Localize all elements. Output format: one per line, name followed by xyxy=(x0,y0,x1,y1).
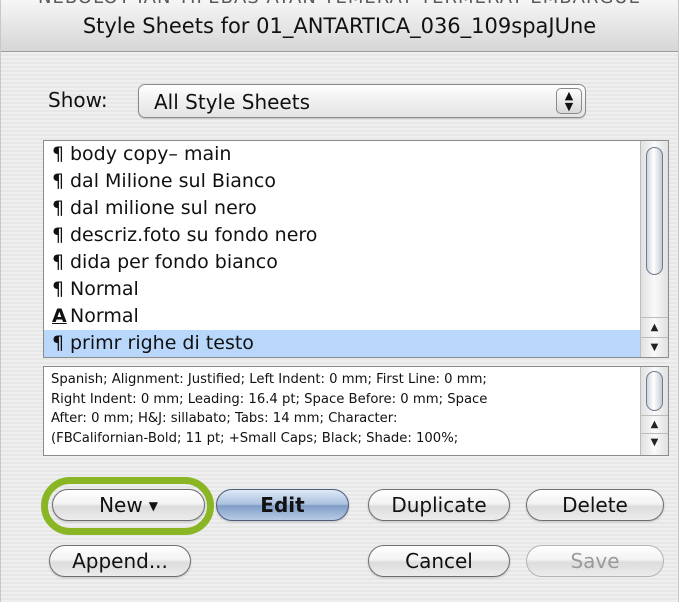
style-sheets-dialog: NEBOLOT IAN TIPEBAS ATAN TEMERAT TERMERA… xyxy=(0,0,679,602)
duplicate-button[interactable]: Duplicate xyxy=(368,489,510,521)
style-sheet-name: dida per fondo bianco xyxy=(70,251,278,273)
style-description: Spanish; Alignment: Justified; Left Inde… xyxy=(51,372,488,446)
style-sheet-name: dal milione sul nero xyxy=(70,197,257,219)
paragraph-style-icon: ¶ xyxy=(52,143,65,165)
background-window-title: NEBOLOT IAN TIPEBAS ATAN TEMERAT TERMERA… xyxy=(1,0,678,8)
style-sheet-row[interactable]: ¶ descriz.foto su fondo nero xyxy=(44,222,640,249)
edit-button[interactable]: Edit xyxy=(216,489,349,521)
paragraph-style-icon: ¶ xyxy=(52,224,65,246)
style-sheet-name: primr righe di testo xyxy=(70,332,254,354)
style-sheet-row[interactable]: ¶ Normal xyxy=(44,276,640,303)
list-scroll-thumb[interactable] xyxy=(646,147,663,275)
paragraph-style-icon: ¶ xyxy=(52,197,65,219)
scroll-down-arrow[interactable]: ▼ xyxy=(641,337,668,357)
character-style-icon: A xyxy=(52,305,67,327)
cancel-button[interactable]: Cancel xyxy=(368,545,510,577)
style-sheet-name: dal Milione sul Bianco xyxy=(70,170,276,192)
paragraph-style-icon: ¶ xyxy=(52,278,65,300)
desc-scroll-up-arrow[interactable]: ▲ xyxy=(641,415,668,433)
append-button[interactable]: Append... xyxy=(49,545,191,577)
delete-button[interactable]: Delete xyxy=(526,489,664,521)
save-button[interactable]: Save xyxy=(526,545,664,577)
dialog-title: Style Sheets for 01_ANTARTICA_036_109spa… xyxy=(82,14,597,38)
description-scroll-thumb[interactable] xyxy=(646,371,663,411)
show-filter-value: All Style Sheets xyxy=(154,90,310,114)
style-sheet-row[interactable]: ¶ dida per fondo bianco xyxy=(44,249,640,276)
paragraph-style-icon: ¶ xyxy=(52,170,65,192)
style-sheet-name: body copy– main xyxy=(70,143,232,165)
list-scrollbar[interactable]: ▲ ▼ xyxy=(640,141,668,357)
style-sheet-row[interactable]: A Normal xyxy=(44,303,640,330)
paragraph-style-icon: ¶ xyxy=(52,332,65,354)
title-bar[interactable]: NEBOLOT IAN TIPEBAS ATAN TEMERAT TERMERA… xyxy=(1,0,678,52)
description-scrollbar[interactable]: ▲ ▼ xyxy=(640,367,668,455)
style-sheet-name: descriz.foto su fondo nero xyxy=(70,224,318,246)
show-filter-popup[interactable]: All Style Sheets ▲ ▼ xyxy=(138,84,586,118)
style-sheet-row[interactable]: ¶ dal milione sul nero xyxy=(44,195,640,222)
scroll-up-arrow[interactable]: ▲ xyxy=(641,317,668,337)
style-description-box: Spanish; Alignment: Justified; Left Inde… xyxy=(43,366,669,456)
style-sheet-row[interactable]: ¶ dal Milione sul Bianco xyxy=(44,168,640,195)
style-sheet-name: Normal xyxy=(70,305,139,327)
desc-scroll-down-arrow[interactable]: ▼ xyxy=(641,433,668,451)
style-sheet-rows: ¶ body copy– main ¶ dal Milione sul Bianco ¶… xyxy=(44,141,640,357)
paragraph-style-icon: ¶ xyxy=(52,251,65,273)
popup-arrows-icon: ▲ ▼ xyxy=(556,88,582,114)
style-sheet-list[interactable]: ¶ body copy– main ¶ dal Milione sul Bianco ¶… xyxy=(43,140,669,358)
style-sheet-name: Normal xyxy=(70,278,139,300)
highlight-ring-annotation xyxy=(41,477,214,535)
show-label: Show: xyxy=(48,88,108,112)
style-sheet-row[interactable]: ¶ primr righe di testo xyxy=(44,330,640,357)
style-sheet-row[interactable]: ¶ body copy– main xyxy=(44,141,640,168)
